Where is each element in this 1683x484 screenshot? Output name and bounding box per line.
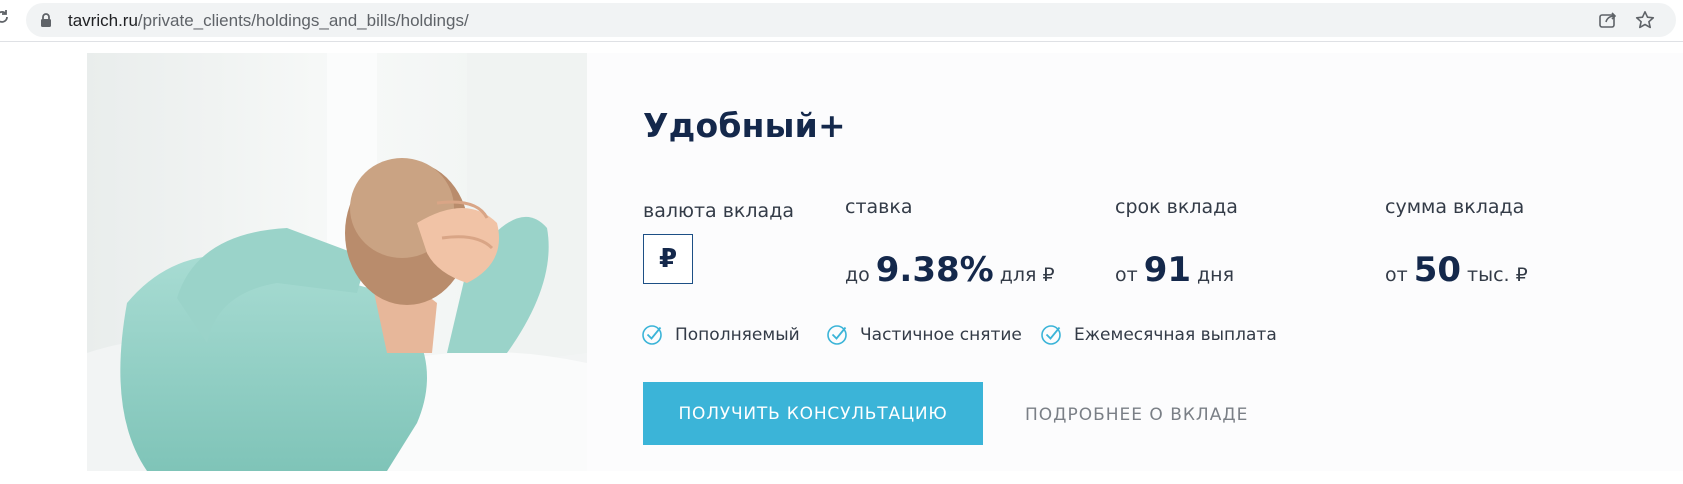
term-suffix: дня bbox=[1197, 264, 1235, 286]
term-label: срок вклада bbox=[1115, 196, 1238, 218]
get-consultation-button[interactable]: ПОЛУЧИТЬ КОНСУЛЬТАЦИЮ bbox=[643, 382, 983, 445]
term-value: от 91 дня bbox=[1115, 250, 1234, 290]
url-text[interactable]: tavrich.ru/private_clients/holdings_and_… bbox=[68, 11, 469, 31]
url-path: /private_clients/holdings_and_bills/hold… bbox=[137, 11, 469, 30]
rate-value: до 9.38% для ₽ bbox=[845, 250, 1055, 290]
amount-number: 50 bbox=[1413, 250, 1462, 290]
check-circle-icon bbox=[641, 322, 665, 346]
amount-label: сумма вклада bbox=[1385, 196, 1525, 218]
feature-label: Ежемесячная выплата bbox=[1074, 325, 1277, 345]
currency-label: валюта вклада bbox=[643, 200, 794, 222]
rate-prefix: до bbox=[845, 264, 870, 286]
check-circle-icon bbox=[826, 322, 850, 346]
feature-label: Пополняемый bbox=[675, 325, 800, 345]
share-icon[interactable] bbox=[1598, 11, 1618, 29]
browser-toolbar: tavrich.ru/private_clients/holdings_and_… bbox=[0, 0, 1683, 42]
rate-number: 9.38% bbox=[875, 250, 994, 290]
term-prefix: от bbox=[1115, 264, 1138, 286]
feature-label: Частичное снятие bbox=[860, 325, 1022, 345]
star-icon[interactable] bbox=[1635, 10, 1655, 30]
deposit-title: Удобный+ bbox=[643, 106, 846, 145]
lock-icon[interactable] bbox=[40, 13, 52, 27]
check-circle-icon bbox=[1040, 322, 1064, 346]
amount-value: от 50 тыс. ₽ bbox=[1385, 250, 1528, 290]
rate-label: ставка bbox=[845, 196, 913, 218]
reload-icon[interactable] bbox=[0, 9, 10, 25]
currency-ruble-button[interactable]: ₽ bbox=[643, 234, 693, 284]
term-number: 91 bbox=[1143, 250, 1192, 290]
deposit-photo bbox=[87, 53, 587, 471]
address-bar[interactable]: tavrich.ru/private_clients/holdings_and_… bbox=[26, 3, 1676, 37]
amount-suffix: тыс. ₽ bbox=[1467, 264, 1528, 286]
url-host: tavrich.ru bbox=[68, 11, 138, 30]
rate-suffix: для ₽ bbox=[999, 264, 1055, 286]
deposit-details-link[interactable]: ПОДРОБНЕЕ О ВКЛАДЕ bbox=[1025, 405, 1248, 425]
amount-prefix: от bbox=[1385, 264, 1408, 286]
